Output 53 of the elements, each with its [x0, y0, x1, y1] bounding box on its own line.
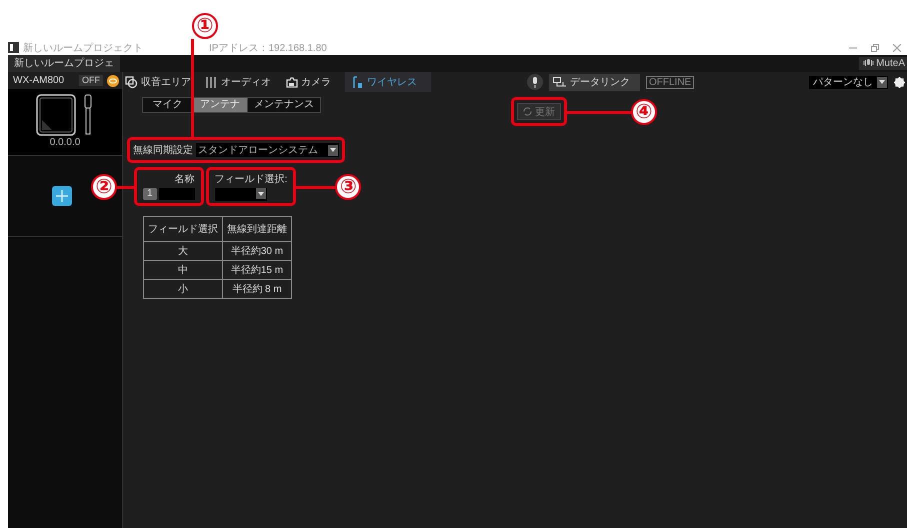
plus-icon: [56, 190, 68, 202]
table-cell: 半径約15 m: [222, 260, 292, 280]
sub-tab[interactable]: マイク: [143, 98, 193, 112]
table-cell: 中: [144, 260, 222, 280]
network-icon: [553, 76, 567, 88]
column-header: フィールド選択: [144, 216, 222, 242]
tab[interactable]: ワイヤレス: [345, 72, 431, 92]
mic-button[interactable]: [527, 74, 543, 90]
mic-waves-icon: [863, 59, 874, 68]
status-badge: OFFLINE: [646, 76, 694, 88]
ip-address: IPアドレス：192.168.1.80: [209, 42, 327, 54]
bars-icon: [205, 76, 218, 88]
sync-label: 無線同期設定: [133, 144, 193, 157]
callout-number: ①: [192, 13, 218, 39]
dropdown-arrow-icon: [330, 148, 336, 152]
tab[interactable]: カメラ: [285, 72, 339, 92]
window-title: 新しいルームプロジェクト: [23, 42, 143, 54]
dropdown-arrow-icon: [258, 192, 264, 196]
eye-icon[interactable]: [107, 74, 119, 86]
table-cell: 半径約 8 m: [222, 280, 292, 298]
field-dropdown[interactable]: [214, 188, 267, 201]
table-cell: 半径約30 m: [222, 242, 292, 260]
index-badge: 1: [143, 188, 157, 200]
mic-icon: [531, 76, 539, 88]
datalink-button[interactable]: データリンク: [549, 74, 640, 90]
dropdown-arrow-icon: [879, 80, 885, 84]
sync-dropdown[interactable]: スタンドアローンシステム: [196, 143, 339, 157]
settings-icon[interactable]: [894, 76, 905, 88]
mute-button[interactable]: MuteA: [859, 57, 907, 70]
pattern-dropdown[interactable]: パターンなし: [809, 76, 888, 88]
name-label: 名称: [174, 173, 195, 186]
table-cell: 大: [144, 242, 222, 260]
overlap-squares-icon: [125, 76, 138, 88]
device-name: WX-AM800: [13, 75, 64, 86]
callout-number: ③: [335, 174, 362, 200]
sub-tab[interactable]: メンテナンス: [248, 98, 320, 112]
field-select-label: フィールド選択:: [214, 173, 288, 186]
name-field[interactable]: [158, 188, 195, 200]
power-toggle[interactable]: OFF: [79, 75, 103, 86]
camera-icon: [285, 76, 298, 88]
project-tab[interactable]: 新しいルームプロジェ: [8, 55, 120, 72]
close-icon[interactable]: [893, 44, 901, 52]
tab[interactable]: オーディオ: [205, 72, 279, 92]
restore-icon[interactable]: [871, 44, 879, 52]
table-cell: 小: [144, 280, 222, 298]
column-header: 無線到達距離: [222, 216, 292, 242]
tab[interactable]: 収音エリア: [125, 72, 199, 92]
add-button[interactable]: [52, 186, 72, 206]
refresh-icon: [523, 107, 532, 116]
sub-tab[interactable]: アンテナ: [193, 98, 248, 112]
callout-number: ④: [631, 98, 657, 124]
wireless-mic-icon: [351, 76, 364, 88]
device-address: 0.0.0.0: [50, 137, 80, 148]
